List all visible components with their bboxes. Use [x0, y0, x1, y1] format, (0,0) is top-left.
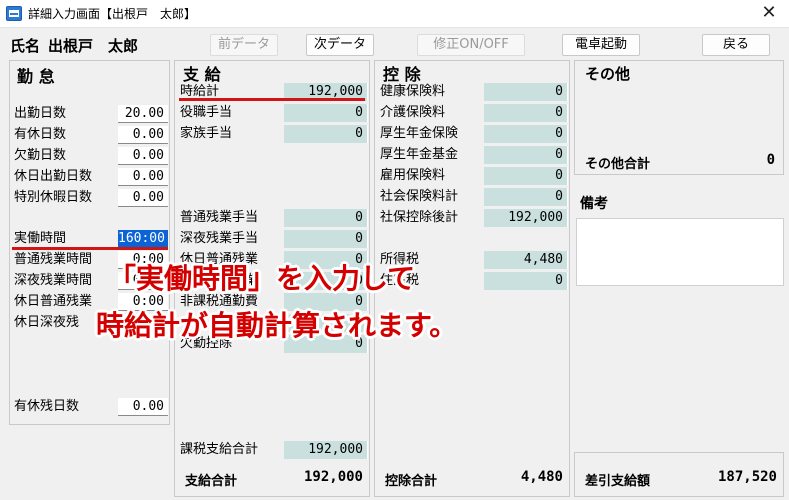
field-label: 実働時間 — [14, 231, 67, 246]
deductions-title: 控 除 — [383, 65, 421, 84]
employment-insurance-field[interactable]: 0 — [484, 167, 568, 185]
paid-leave-days-input[interactable]: 0.00 — [118, 126, 168, 144]
deductions-total-value: 4,480 — [520, 469, 563, 485]
field-label: 健康保険料 — [380, 84, 446, 99]
net-pay-label: 差引支給額 — [585, 474, 651, 489]
net-pay-value: 187,520 — [717, 469, 777, 485]
deduction-row: 雇用保険料 0 — [380, 167, 568, 185]
attendance-panel: 勤 怠 出勤日数 20.00 有休日数 0.00 欠勤日数 0.00 休日出勤日… — [9, 60, 170, 425]
deduction-row: 社保控除後計 192,000 — [380, 209, 568, 227]
net-pay-panel: 差引支給額 187,520 — [574, 452, 784, 497]
health-insurance-field[interactable]: 0 — [484, 83, 568, 101]
attendance-title: 勤 怠 — [17, 67, 55, 86]
deduction-row: 介護保険料 0 — [380, 104, 568, 122]
field-label: 欠勤日数 — [14, 148, 67, 163]
field-label: 雇用保険料 — [380, 168, 446, 183]
family-allowance-field[interactable]: 0 — [284, 125, 368, 143]
overtime-pay-field: 0 — [284, 209, 368, 227]
attendance-row: 有休残日数 0.00 — [14, 398, 170, 416]
other-total-label: その他合計 — [585, 157, 651, 172]
field-label: 課税支給合計 — [180, 442, 259, 457]
back-button[interactable]: 戻る — [702, 34, 770, 56]
attendance-row: 出勤日数 20.00 — [14, 105, 170, 123]
name-label: 氏名 — [10, 37, 41, 55]
field-label: 厚生年金保険 — [380, 126, 459, 141]
field-label: 休日出勤日数 — [14, 169, 93, 184]
field-label: 有休残日数 — [14, 399, 80, 414]
calculator-button[interactable]: 電卓起動 — [562, 34, 640, 56]
field-label: 家族手当 — [180, 126, 233, 141]
payments-total-value: 192,000 — [303, 469, 363, 485]
title-bar: 詳細入力画面【出根戸 太郎】 ✕ — [0, 0, 789, 28]
position-allowance-field[interactable]: 0 — [284, 104, 368, 122]
field-label: 特別休暇日数 — [14, 190, 93, 205]
deduction-row: 健康保険料 0 — [380, 83, 568, 101]
other-title: その他 — [585, 65, 631, 83]
employee-name: 氏名 出根戸 太郎 — [10, 35, 138, 56]
annotation-line-1: 「実働時間」を入力して — [108, 262, 416, 295]
attendance-row: 実働時間 160:00 — [14, 230, 170, 248]
work-days-input[interactable]: 20.00 — [118, 105, 168, 123]
next-data-button[interactable]: 次データ — [306, 34, 374, 56]
payment-row: 課税支給合計 192,000 — [180, 441, 368, 459]
deduction-row: 社会保険料計 0 — [380, 188, 568, 206]
field-label: 休日深夜残 — [14, 315, 80, 330]
hourly-total-highlight — [179, 98, 365, 101]
paid-leave-remaining-input[interactable]: 0.00 — [118, 398, 168, 416]
payments-total-label: 支給合計 — [185, 474, 238, 489]
field-label: 出勤日数 — [14, 106, 67, 121]
actual-work-hours-highlight — [12, 247, 168, 250]
window-title: 詳細入力画面【出根戸 太郎】 — [28, 7, 197, 21]
field-label: 厚生年金基金 — [380, 147, 459, 162]
other-panel: その他 その他合計 0 — [574, 60, 784, 175]
taxable-total-field: 192,000 — [284, 441, 368, 459]
other-total-value: 0 — [766, 152, 775, 168]
payments-title: 支 給 — [183, 65, 221, 84]
deduction-row: 厚生年金基金 0 — [380, 146, 568, 164]
field-label: 有休日数 — [14, 127, 67, 142]
pension-insurance-field[interactable]: 0 — [484, 125, 568, 143]
attendance-row: 休日出勤日数 0.00 — [14, 168, 170, 186]
prev-data-button[interactable]: 前データ — [210, 34, 278, 56]
field-label: 深夜残業時間 — [14, 273, 93, 288]
attendance-row: 有休日数 0.00 — [14, 126, 170, 144]
deduction-row: 厚生年金保険 0 — [380, 125, 568, 143]
field-label: 深夜残業手当 — [180, 231, 259, 246]
special-leave-days-input[interactable]: 0.00 — [118, 189, 168, 207]
deductions-total-label: 控除合計 — [385, 474, 438, 489]
field-label: 普通残業手当 — [180, 210, 259, 225]
care-insurance-field[interactable]: 0 — [484, 104, 568, 122]
actual-work-hours-input[interactable]: 160:00 — [118, 230, 168, 248]
edit-toggle-button[interactable]: 修正ON/OFF — [417, 34, 525, 56]
payment-row: 家族手当 0 — [180, 125, 368, 143]
field-label: 休日普通残業 — [14, 294, 93, 309]
name-value: 出根戸 太郎 — [48, 37, 139, 55]
app-icon — [6, 6, 22, 21]
field-label: 普通残業時間 — [14, 252, 93, 267]
payment-row: 役職手当 0 — [180, 104, 368, 122]
after-social-insurance-field: 192,000 — [484, 209, 568, 227]
social-insurance-total-field: 0 — [484, 188, 568, 206]
attendance-row: 特別休暇日数 0.00 — [14, 189, 170, 207]
close-button[interactable]: ✕ — [757, 2, 781, 24]
remarks-textarea[interactable] — [576, 218, 784, 286]
annotation-line-2: 時給計が自動計算されます。 — [96, 309, 458, 342]
resident-tax-field[interactable]: 0 — [484, 272, 568, 290]
field-label: 役職手当 — [180, 105, 233, 120]
field-label: 社会保険料計 — [380, 189, 459, 204]
absence-days-input[interactable]: 0.00 — [118, 147, 168, 165]
remarks-label: 備考 — [580, 196, 608, 212]
field-label: 社保控除後計 — [380, 210, 459, 225]
field-label: 介護保険料 — [380, 105, 446, 120]
pension-fund-field[interactable]: 0 — [484, 146, 568, 164]
income-tax-field[interactable]: 4,480 — [484, 251, 568, 269]
holiday-work-days-input[interactable]: 0.00 — [118, 168, 168, 186]
payment-row: 深夜残業手当 0 — [180, 230, 368, 248]
night-overtime-pay-field: 0 — [284, 230, 368, 248]
attendance-row: 欠勤日数 0.00 — [14, 147, 170, 165]
payment-row: 普通残業手当 0 — [180, 209, 368, 227]
